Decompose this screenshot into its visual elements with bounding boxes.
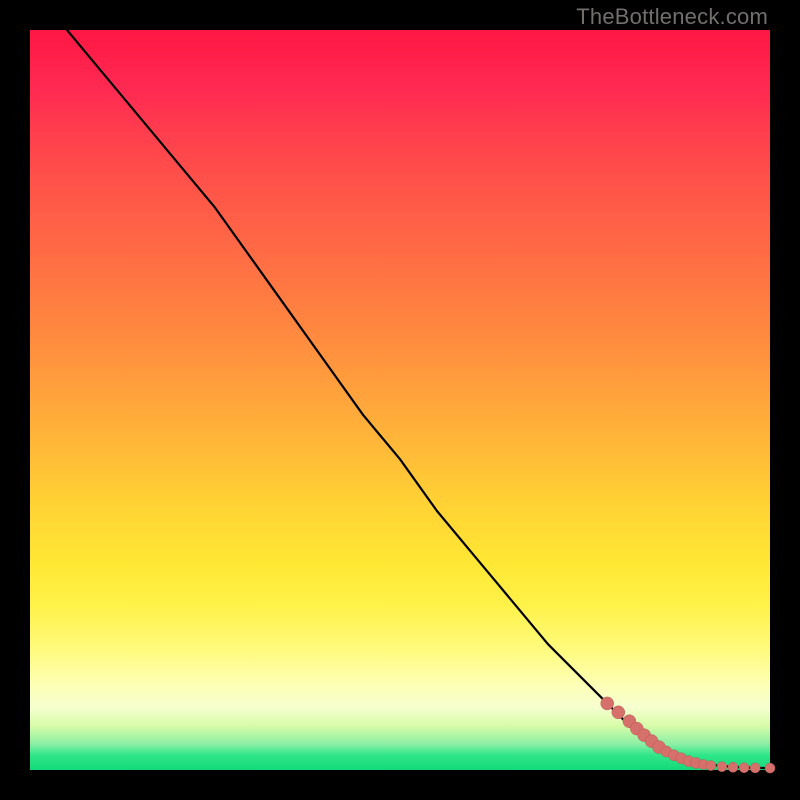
data-point <box>717 762 727 772</box>
data-point <box>739 763 749 773</box>
data-point <box>750 763 760 773</box>
data-point <box>612 706 625 719</box>
highlighted-points <box>601 697 775 773</box>
watermark-text: TheBottleneck.com <box>576 4 768 30</box>
data-point <box>765 763 775 773</box>
chart-frame: TheBottleneck.com <box>0 0 800 800</box>
data-point <box>601 697 614 710</box>
plot-area <box>30 30 770 770</box>
data-point <box>706 761 716 771</box>
bottleneck-curve <box>67 30 770 768</box>
chart-overlay <box>30 30 770 770</box>
data-point <box>728 762 738 772</box>
